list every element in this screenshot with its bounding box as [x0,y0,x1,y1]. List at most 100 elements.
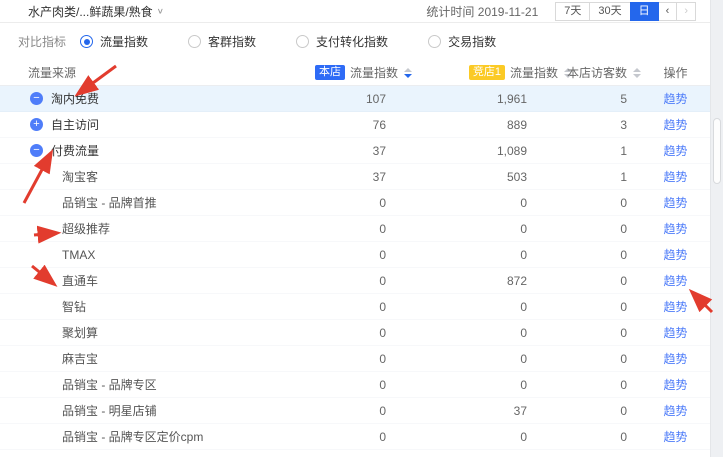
table-row: 品销宝 - 品牌首推 0 0 0 趋势 [0,190,710,216]
shop-index-value: 0 [290,222,412,236]
competitor-index-value: 0 [412,378,572,392]
competitor-index-value: 872 [412,274,572,288]
shop-index-value: 0 [290,196,412,210]
radio-icon [188,35,201,48]
compare-metric-bar: 对比指标 流量指数 客群指数 支付转化指数 交易指数 [0,23,710,60]
competitor-index-value: 0 [412,352,572,366]
source-label: 超级推荐 [62,220,110,237]
competitor-index-value: 37 [412,404,572,418]
competitor-index-value: 0 [412,430,572,444]
table-row: 智钻 0 0 0 趋势 [0,294,710,320]
trend-link[interactable]: 趋势 [663,350,687,367]
prev-day-button[interactable]: ‹ [658,2,678,21]
trend-link[interactable]: 趋势 [663,142,687,159]
trend-link[interactable]: 趋势 [663,376,687,393]
chevron-down-icon: ∨ [157,7,164,16]
radio-customer-index[interactable]: 客群指数 [188,33,256,50]
column-header-competitor-index: 竞店1 流量指数 [412,64,572,81]
shop-index-value: 0 [290,404,412,418]
column-header-visitors: 本店访客数 [572,64,641,81]
radio-conversion-index[interactable]: 支付转化指数 [296,33,388,50]
trend-link[interactable]: 趋势 [663,324,687,341]
visitors-value: 0 [572,326,641,340]
visitors-value: 0 [572,274,641,288]
source-label: 自主访问 [51,116,99,133]
shop-index-value: 0 [290,378,412,392]
competitor-index-value: 889 [412,118,572,132]
trend-link[interactable]: 趋势 [663,90,687,107]
visitors-value: 1 [572,170,641,184]
competitor-index-value: 0 [412,326,572,340]
trend-link[interactable]: 趋势 [663,194,687,211]
sort-icon-shop-index[interactable] [404,68,412,78]
trend-link[interactable]: 趋势 [663,246,687,263]
next-day-button[interactable]: › [676,2,696,21]
category-selector[interactable]: 水产肉类/...鲜蔬果/熟食 ∨ [28,3,164,20]
column-header-shop-index: 本店 流量指数 [290,64,412,81]
trend-link[interactable]: 趋势 [663,298,687,315]
radio-icon [296,35,309,48]
visitors-value: 1 [572,144,641,158]
radio-icon [428,35,441,48]
scrollbar-thumb[interactable] [713,118,721,184]
visitors-value: 0 [572,248,641,262]
shop-index-value: 0 [290,326,412,340]
table-row: 超级推荐 0 0 0 趋势 [0,216,710,242]
table-row: 聚划算 0 0 0 趋势 [0,320,710,346]
table-row: 品销宝 - 品牌专区 0 0 0 趋势 [0,372,710,398]
visitors-value: 5 [572,92,641,106]
traffic-source-table: 流量来源 本店 流量指数 竞店1 流量指数 本店访客数 操作 − 淘内免费 10… [0,60,710,450]
visitors-value: 0 [572,404,641,418]
table-row: − 淘内免费 107 1,961 5 趋势 [0,86,710,112]
visitors-value: 0 [572,300,641,314]
table-row: 品销宝 - 明星店铺 0 37 0 趋势 [0,398,710,424]
source-label: 付费流量 [51,142,99,159]
shop-index-value: 0 [290,300,412,314]
table-row: 品销宝 - 品牌专区定价cpm 0 0 0 趋势 [0,424,710,450]
table-row: TMAX 0 0 0 趋势 [0,242,710,268]
trend-link[interactable]: 趋势 [663,272,687,289]
collapse-icon[interactable]: − [30,144,43,157]
trend-link[interactable]: 趋势 [663,168,687,185]
source-label: 品销宝 - 品牌专区定价cpm [62,428,203,445]
category-path: 水产肉类/...鲜蔬果/熟食 [28,3,153,20]
radio-trade-index[interactable]: 交易指数 [428,33,496,50]
source-label: 品销宝 - 明星店铺 [62,402,157,419]
collapse-icon[interactable]: − [30,92,43,105]
range-7day-button[interactable]: 7天 [555,2,590,21]
source-label: TMAX [62,248,95,262]
table-header-row: 流量来源 本店 流量指数 竞店1 流量指数 本店访客数 操作 [0,60,710,86]
trend-link[interactable]: 趋势 [663,402,687,419]
top-bar: 水产肉类/...鲜蔬果/熟食 ∨ 统计时间 2019-11-21 7天 30天 … [0,0,710,23]
table-row: − 付费流量 37 1,089 1 趋势 [0,138,710,164]
table-row: 直通车 0 872 0 趋势 [0,268,710,294]
trend-link[interactable]: 趋势 [663,116,687,133]
sort-icon-visitors[interactable] [633,68,641,78]
competitor-index-value: 0 [412,248,572,262]
source-label: 聚划算 [62,324,98,341]
range-day-button[interactable]: 日 [630,2,659,21]
expand-icon[interactable]: + [30,118,43,131]
shop-badge: 本店 [315,65,345,80]
shop-index-value: 0 [290,352,412,366]
radio-traffic-index[interactable]: 流量指数 [80,33,148,50]
trend-link[interactable]: 趋势 [663,428,687,445]
range-30day-button[interactable]: 30天 [589,2,630,21]
date-range-button-group: 7天 30天 日 ‹ › [556,2,696,21]
competitor-index-value: 0 [412,222,572,236]
source-label: 麻吉宝 [62,350,98,367]
column-header-action: 操作 [641,64,710,81]
stat-time-label: 统计时间 [426,5,474,19]
source-label: 品销宝 - 品牌专区 [62,376,157,393]
visitors-value: 3 [572,118,641,132]
visitors-value: 0 [572,352,641,366]
table-row: + 自主访问 76 889 3 趋势 [0,112,710,138]
shop-index-value: 76 [290,118,412,132]
table-row: 麻吉宝 0 0 0 趋势 [0,346,710,372]
competitor-index-value: 1,089 [412,144,572,158]
visitors-value: 0 [572,378,641,392]
compare-metric-label: 对比指标 [18,33,66,50]
trend-link[interactable]: 趋势 [663,220,687,237]
source-label: 智钻 [62,298,86,315]
date-controls: 统计时间 2019-11-21 7天 30天 日 ‹ › [426,2,696,21]
